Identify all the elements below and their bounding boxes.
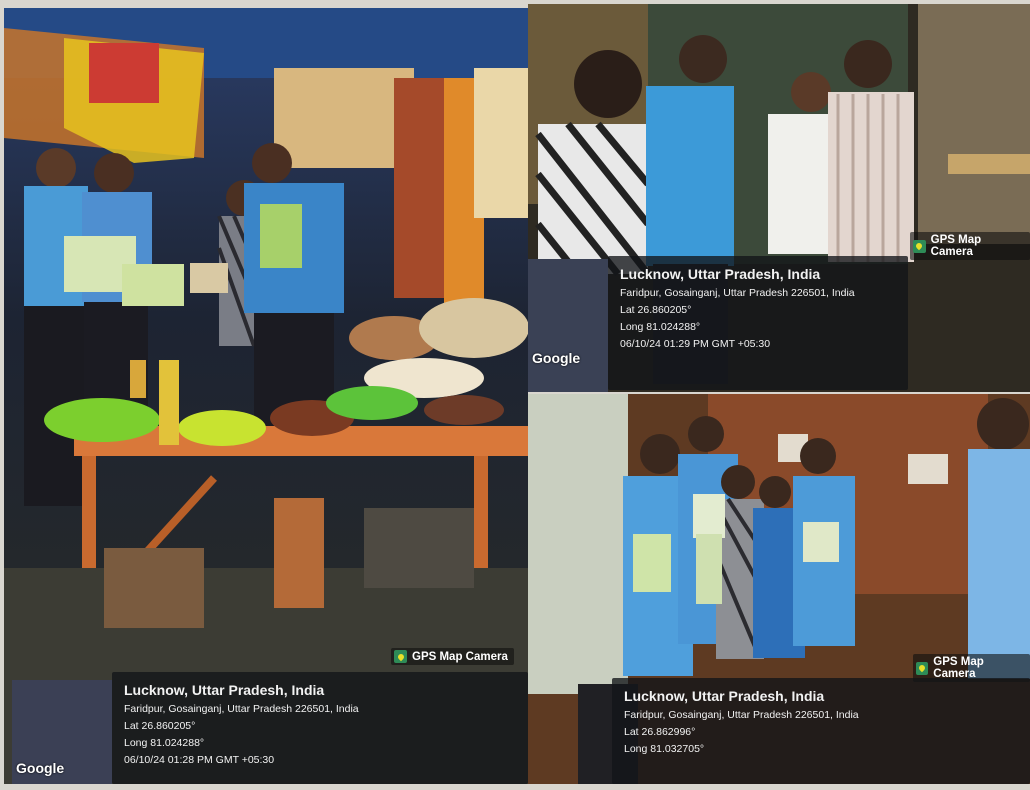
placard [693,494,725,538]
students-photo: GPS Map Camera Lucknow, Uttar Pradesh, I… [528,394,1030,784]
gps-map-camera-icon [913,239,926,253]
conversation-photo: GPS Map Camera Lucknow, Uttar Pradesh, I… [528,4,1030,392]
gps-info-card: Lucknow, Uttar Pradesh, India Faridpur, … [112,672,528,784]
placard [633,534,671,592]
gps-info-card: Lucknow, Uttar Pradesh, India Faridpur, … [612,678,1030,784]
address: Faridpur, Gosainganj, Uttar Pradesh 2265… [124,703,359,715]
longitude: Long 81.024288° [124,737,205,749]
placard [122,264,184,306]
google-logo: Google [532,350,581,366]
timestamp: 06/10/24 01:29 PM GMT +05:30 [620,338,771,350]
gps-map-camera-icon [916,661,929,675]
timestamp: 06/10/24 01:28 PM GMT +05:30 [124,754,275,766]
address: Faridpur, Gosainganj, Uttar Pradesh 2265… [620,287,855,299]
longitude: Long 81.024288° [620,321,701,333]
stall-photo: GPS Map Camera Lucknow, Uttar Pradesh, I… [4,8,528,784]
placard [803,522,839,562]
map-thumbnail [528,259,608,392]
gps-map-camera-badge: GPS Map Camera [391,648,514,665]
place-name: Lucknow, Uttar Pradesh, India [124,682,325,698]
longitude: Long 81.032705° [624,743,705,755]
latitude: Lat 26.860205° [124,720,196,732]
gps-map-camera-badge: GPS Map Camera [910,232,1030,260]
placard [696,534,722,604]
address: Faridpur, Gosainganj, Uttar Pradesh 2265… [624,709,859,721]
latitude: Lat 26.862996° [624,726,696,738]
placard [260,204,302,268]
stall-scene [4,8,528,784]
green-bowl [44,398,160,442]
place-name: Lucknow, Uttar Pradesh, India [620,266,821,282]
latitude: Lat 26.860205° [620,304,692,316]
google-logo: Google [16,760,65,776]
green-bowl [326,386,418,420]
gps-map-camera-icon [394,650,407,663]
place-name: Lucknow, Uttar Pradesh, India [624,688,825,704]
yellow-bowl [178,410,266,446]
gps-info-card: Lucknow, Uttar Pradesh, India Faridpur, … [608,256,908,390]
